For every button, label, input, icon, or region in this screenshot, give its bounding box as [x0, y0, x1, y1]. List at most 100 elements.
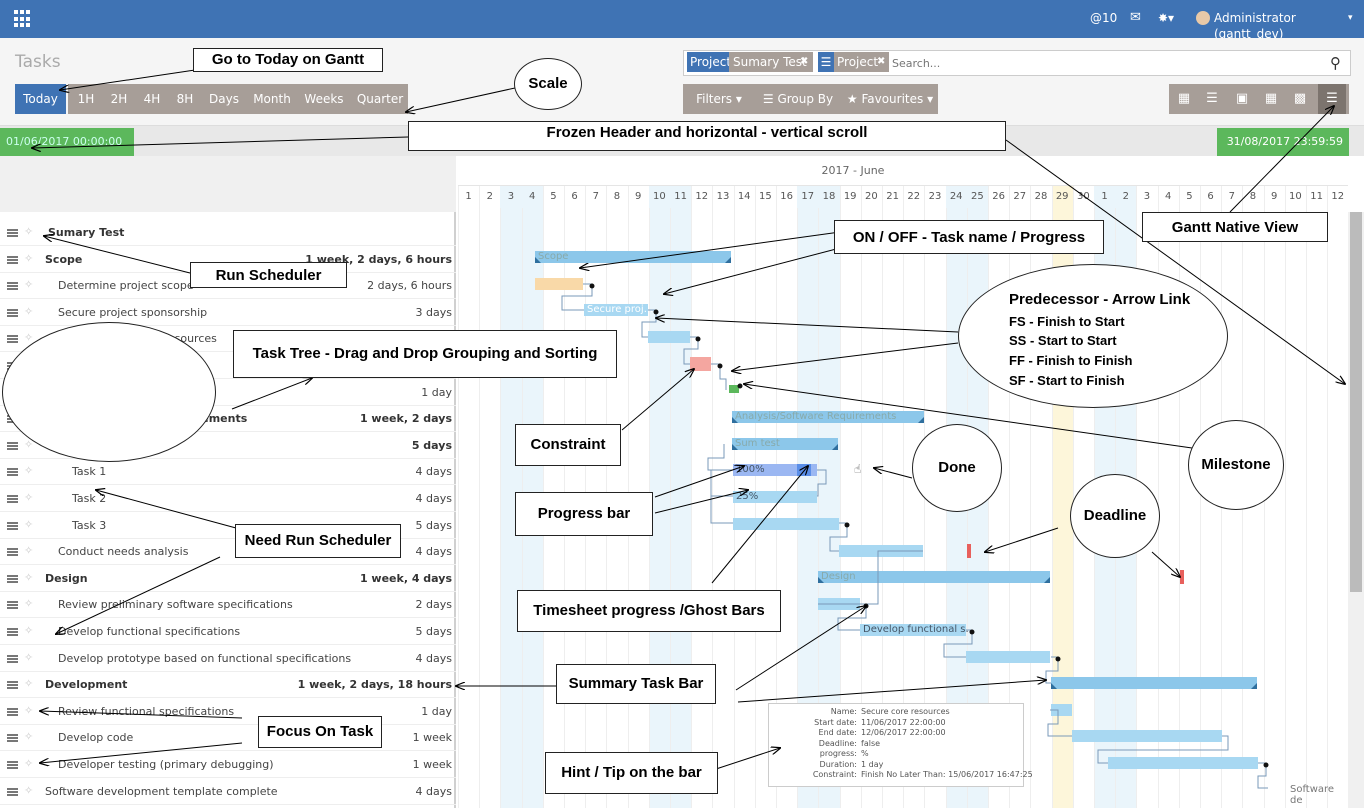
task-name[interactable]: Design: [45, 566, 88, 592]
focus-task-icon[interactable]: ✧: [24, 570, 33, 586]
drag-handle-icon[interactable]: [7, 681, 18, 690]
scale-2h-button[interactable]: 2H: [105, 84, 133, 114]
group-by-dropdown[interactable]: ☰ Group By ▾: [760, 84, 836, 136]
facet-project-label: Project: [687, 52, 731, 72]
messages-counter[interactable]: @10: [1090, 10, 1117, 26]
scale-4h-button[interactable]: 4H: [138, 84, 166, 114]
task-row[interactable]: ✧ Secure project sponsorship 3 days: [0, 300, 456, 326]
task-name[interactable]: Review preliminary software specificatio…: [58, 592, 293, 618]
drag-handle-icon[interactable]: [7, 335, 18, 344]
task-name[interactable]: Review functional specifications: [58, 699, 234, 725]
drag-handle-icon[interactable]: [7, 574, 18, 583]
favourites-dropdown[interactable]: ★ Favourites ▾: [846, 84, 934, 114]
focus-task-icon[interactable]: ✧: [24, 623, 33, 639]
scroll-thumb[interactable]: [1350, 212, 1362, 592]
task-name[interactable]: Software development template complete: [45, 779, 278, 805]
task-name[interactable]: Determine project scope: [58, 273, 194, 299]
task-row[interactable]: ✧ Development 1 week, 2 days, 18 hours: [0, 672, 456, 699]
task-name[interactable]: Scope: [45, 247, 82, 273]
task-row[interactable]: ✧ Develop functional specifications 5 days: [0, 619, 456, 645]
drag-handle-icon[interactable]: [7, 521, 18, 530]
task-name[interactable]: Sumary Test: [48, 220, 124, 246]
focus-task-icon[interactable]: ✧: [24, 650, 33, 666]
kanban-view-icon[interactable]: ▦: [1172, 84, 1196, 114]
task-name[interactable]: Secure project sponsorship: [58, 300, 207, 326]
task-row[interactable]: ✧ Sumary Test: [0, 220, 456, 246]
calendar-view-icon[interactable]: ▣: [1230, 84, 1254, 114]
drag-handle-icon[interactable]: [7, 707, 18, 716]
focus-task-icon[interactable]: ✧: [24, 490, 33, 506]
focus-task-icon[interactable]: ✧: [24, 783, 33, 799]
focus-task-icon[interactable]: ✧: [24, 729, 33, 745]
drag-handle-icon[interactable]: [7, 601, 18, 610]
task-row[interactable]: ✧ Review functional specifications 1 day: [0, 699, 456, 725]
task-row[interactable]: ✧ Developer testing (primary debugging) 1 …: [0, 752, 456, 778]
focus-task-icon[interactable]: ✧: [24, 596, 33, 612]
focus-task-icon[interactable]: ✧: [24, 304, 33, 320]
avatar[interactable]: [1196, 11, 1210, 25]
scale-weeks-button[interactable]: Weeks: [300, 84, 348, 114]
focus-task-icon[interactable]: ✧: [24, 224, 33, 240]
facet-remove-icon[interactable]: ✖: [877, 52, 889, 72]
task-row[interactable]: ✧ Software development template complete 4…: [0, 779, 456, 805]
drag-handle-icon[interactable]: [7, 734, 18, 743]
apps-grid-icon[interactable]: [14, 10, 32, 28]
link-handle: [969, 629, 975, 635]
task-name[interactable]: Developer testing (primary debugging): [58, 752, 274, 778]
focus-task-icon[interactable]: ✧: [24, 277, 33, 293]
drag-handle-icon[interactable]: [7, 628, 18, 636]
today-button[interactable]: Today: [15, 84, 66, 114]
facet-remove-icon[interactable]: ✖: [800, 52, 812, 72]
pivot-view-icon[interactable]: ▦: [1259, 84, 1283, 114]
focus-task-icon[interactable]: ✧: [24, 251, 33, 267]
drag-handle-icon[interactable]: [7, 229, 18, 237]
task-row[interactable]: ✧ Task 1 4 days: [0, 459, 456, 486]
focus-task-icon[interactable]: ✧: [24, 703, 33, 719]
focus-task-icon[interactable]: ✧: [24, 517, 33, 533]
drag-handle-icon[interactable]: [7, 787, 18, 796]
task-name[interactable]: Develop functional specifications: [58, 619, 240, 645]
task-row[interactable]: ✧ Review preliminary software specificati…: [0, 592, 456, 619]
drag-handle-icon[interactable]: [7, 308, 18, 317]
scale-month-button[interactable]: Month: [250, 84, 294, 114]
drag-handle-icon[interactable]: [7, 654, 18, 663]
focus-task-icon[interactable]: ✧: [24, 543, 33, 559]
task-row[interactable]: ✧ Develop code 1 week: [0, 725, 456, 752]
list-view-icon[interactable]: ☰: [1200, 84, 1224, 114]
task-row[interactable]: ✧ Develop prototype based on functional s…: [0, 646, 456, 672]
graph-view-icon[interactable]: ▩: [1288, 84, 1312, 114]
search-icon[interactable]: ⚲: [1330, 54, 1341, 72]
task-name[interactable]: Task 1: [72, 459, 106, 485]
vertical-scrollbar[interactable]: [1348, 212, 1364, 808]
task-name[interactable]: Task 2: [72, 486, 106, 512]
scale-quarter-button[interactable]: Quarter: [354, 84, 406, 114]
range-end[interactable]: 31/08/2017 23:59:59: [1217, 128, 1349, 156]
scale-days-button[interactable]: Days: [204, 84, 244, 114]
task-name[interactable]: Task 3: [72, 513, 106, 539]
gantt-view-icon[interactable]: ☰: [1318, 84, 1346, 114]
chat-icon[interactable]: ✉: [1130, 10, 1141, 26]
filters-dropdown[interactable]: Filters ▾: [688, 84, 750, 114]
scale-1h-button[interactable]: 1H: [72, 84, 100, 114]
search-input[interactable]: [892, 54, 1322, 72]
focus-task-icon[interactable]: ✧: [24, 756, 33, 772]
drag-handle-icon[interactable]: [7, 282, 18, 291]
focus-task-icon[interactable]: ✧: [24, 676, 33, 692]
drag-handle-icon[interactable]: [7, 548, 18, 557]
debug-bug-icon[interactable]: ✸▾: [1158, 10, 1174, 26]
drag-handle-icon[interactable]: [7, 468, 18, 477]
task-name[interactable]: Develop prototype based on functional sp…: [58, 646, 351, 672]
drag-handle-icon[interactable]: [7, 441, 18, 450]
task-name[interactable]: Development: [45, 672, 127, 698]
drag-handle-icon[interactable]: [7, 255, 18, 264]
focus-task-icon[interactable]: ✧: [24, 463, 33, 479]
scale-8h-button[interactable]: 8H: [171, 84, 199, 114]
link-handle: [1263, 762, 1269, 768]
task-name[interactable]: Develop code: [58, 725, 133, 751]
range-start[interactable]: 01/06/2017 00:00:00: [0, 128, 134, 156]
task-row[interactable]: ✧ Task 2 4 days: [0, 486, 456, 512]
drag-handle-icon[interactable]: [7, 761, 18, 769]
task-name[interactable]: Conduct needs analysis: [58, 539, 188, 565]
drag-handle-icon[interactable]: [7, 495, 18, 503]
task-row[interactable]: ✧ Design 1 week, 4 days: [0, 566, 456, 592]
